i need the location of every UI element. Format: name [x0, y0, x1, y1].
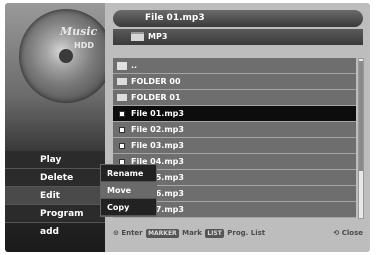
list-item[interactable]: File 02.mp3 — [113, 122, 356, 138]
list-item-label: File 03.mp3 — [131, 141, 184, 150]
scrollbar-thumb[interactable] — [359, 61, 363, 171]
submenu-item-move[interactable]: Move — [101, 182, 156, 199]
list-item[interactable]: .. — [113, 58, 356, 74]
file-icon — [119, 127, 125, 133]
section-title: Music — [60, 25, 98, 38]
folder-icon — [131, 32, 144, 41]
disc-hole — [59, 49, 73, 63]
list-item-label: File 01.mp3 — [131, 109, 184, 118]
menu-item-edit[interactable]: Edit — [5, 187, 105, 205]
scrollbar[interactable] — [358, 58, 364, 219]
file-icon — [119, 111, 125, 117]
enter-icon: ⊙ — [113, 229, 119, 237]
list-item-label: FOLDER 01 — [131, 93, 181, 102]
submenu-item-rename[interactable]: Rename — [101, 165, 156, 182]
disc-icon — [19, 9, 113, 103]
left-panel: Music HDD Play Delete Edit Program add — [5, 3, 113, 252]
file-icon — [119, 143, 125, 149]
list-item-label: .. — [131, 61, 138, 70]
music-browser-screen: Music HDD Play Delete Edit Program add F… — [5, 3, 370, 252]
edit-submenu: Rename Move Copy — [100, 164, 157, 217]
list-item-label: FOLDER 00 — [131, 77, 181, 86]
list-item[interactable]: FOLDER 01 — [113, 90, 356, 106]
list-item-label: File 02.mp3 — [131, 125, 184, 134]
folder-icon — [117, 94, 127, 101]
close-label: Close — [341, 229, 363, 237]
list-item-selected[interactable]: File 01.mp3 — [113, 106, 356, 122]
current-file-title: File 01.mp3 — [145, 13, 205, 23]
list-key: LIST — [205, 229, 224, 238]
submenu-item-copy[interactable]: Copy — [101, 199, 156, 216]
folder-bar: MP3 — [113, 29, 363, 45]
current-file-bar: File 01.mp3 — [113, 10, 363, 27]
enter-hint: Enter — [121, 229, 143, 237]
left-menu: Play Delete Edit Program add — [5, 151, 105, 237]
folder-up-icon — [117, 62, 127, 70]
close-hint[interactable]: ⟲ Close — [333, 229, 363, 237]
marker-key: MARKER — [146, 229, 179, 238]
menu-item-program-add[interactable]: Program add — [5, 205, 105, 237]
prog-list-hint: Prog. List — [227, 229, 266, 237]
list-item[interactable]: FOLDER 00 — [113, 74, 356, 90]
list-item[interactable]: File 03.mp3 — [113, 138, 356, 154]
footer-hints: ⊙ Enter MARKER Mark LIST Prog. List ⟲ Cl… — [113, 229, 363, 243]
return-icon: ⟲ — [333, 229, 342, 237]
menu-item-delete[interactable]: Delete — [5, 169, 105, 187]
folder-path: MP3 — [148, 32, 168, 41]
source-label: HDD — [74, 41, 94, 50]
mark-hint: Mark — [182, 229, 202, 237]
menu-item-play[interactable]: Play — [5, 151, 105, 169]
folder-icon — [117, 78, 127, 85]
